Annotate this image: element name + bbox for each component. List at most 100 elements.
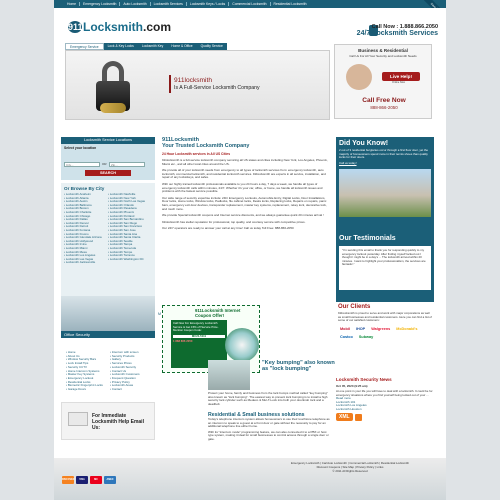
client-logo: Walgreens	[371, 326, 391, 331]
tab-emergency-service[interactable]: Emergency Service	[65, 43, 104, 50]
footer: DISCOVER VISA MC AMEX Emergency Locksmith |…	[54, 458, 446, 500]
client-logo: Mobil	[340, 326, 350, 331]
key-bumping: "Key bumping" also known as "lock bumpin…	[262, 360, 338, 372]
bizres-subtitle: Call Us For All Your Security and Locksm…	[349, 54, 417, 58]
envelope-icon	[68, 412, 88, 426]
main-content: 911Locksmith Your Trusted Locksmith Comp…	[162, 137, 332, 231]
payment-card-icon: MC	[90, 476, 102, 484]
main-highlight: 24 Hour Locksmith services in All US Cit…	[162, 152, 231, 156]
business-residential-box: Business & Residential Call Us For All Y…	[334, 44, 432, 119]
logo-name: Locksmith	[83, 20, 144, 34]
tab-home-office[interactable]: Home & Office	[167, 43, 197, 50]
coupon-text: Call Now For Emergency Locksmith Service…	[173, 321, 219, 332]
browse-by-city: Or Browse By City • Locksmith Anaheim • L…	[61, 183, 155, 313]
office-security-label: Office Security	[61, 331, 155, 338]
links-column-1: • Home • About Us • Window Security Bars • …	[66, 350, 110, 392]
page-link[interactable]: • Contact	[110, 387, 154, 392]
hero-divider	[169, 75, 171, 93]
tab-locksmith-key[interactable]: Locksmith Key	[137, 43, 168, 50]
tab-quality-service[interactable]: Quality Service	[196, 43, 227, 50]
logo-icon: 911	[68, 21, 83, 33]
call-free-label: Call Free Now	[362, 97, 406, 104]
bizres-title: Business & Residential	[358, 48, 408, 53]
main-paragraph: 911locksmith is a full-service locksmith…	[162, 158, 328, 166]
topnav-auto[interactable]: Auto Locksmith	[120, 2, 151, 6]
payment-card-icon: DISCOVER	[62, 476, 75, 484]
header-call-now: Call Now : 1.888.866.2050 24/7 Locksmith…	[357, 24, 438, 37]
callnow-hours: 24/7 Locksmith Services	[356, 30, 438, 37]
main-paragraph: We provide all of your locksmith needs f…	[162, 168, 326, 180]
security-news: Locksmith Security News Oct 05, 2020 (9:…	[336, 377, 434, 422]
footer-links-text: Emergency Locksmith | Car/Auto Locksmith…	[260, 461, 440, 473]
city-column-1: • Locksmith Anaheim • Locksmith Atlanta • …	[64, 192, 108, 265]
coupon-lock-icon	[225, 328, 259, 362]
clients-text: 911locksmith is proud to serve and work …	[338, 311, 432, 322]
did-you-know: Did You Know! 2 out of 3 residential bur…	[336, 137, 434, 232]
live-help-button[interactable]: Live Help!	[382, 72, 420, 81]
zip-input[interactable]	[109, 162, 145, 167]
topnav-home[interactable]: Home	[64, 2, 81, 6]
hero-title: 911locksmith	[174, 77, 212, 84]
footer-copyright: © 2011 All Rights Reserved	[332, 468, 368, 473]
topnav-services[interactable]: Locksmith Services	[151, 2, 187, 6]
rss-icon[interactable]	[354, 414, 362, 422]
topnav-emergency[interactable]: Emergency Locksmith	[80, 2, 121, 6]
location-search: Select your location OR SEARCH	[61, 144, 155, 180]
did-you-know-link[interactable]: Call us today!	[339, 161, 431, 166]
sub-navigation: Emergency Service Lock & Key Locks Locks…	[65, 43, 231, 50]
main-subheading: Your Trusted Locksmith Company	[162, 143, 250, 149]
logo-suffix: .com	[143, 20, 172, 34]
coupon-heading: 911Locksmith Internet Coupon Offer!	[195, 308, 241, 318]
client-logo: McDonald's	[396, 326, 418, 331]
location-sidebar: Locksmith Service Locations Select your …	[61, 137, 155, 313]
xml-feed-button[interactable]: XML	[336, 413, 353, 422]
right-column: Did You Know! 2 out of 3 residential bur…	[336, 137, 434, 342]
city-link[interactable]: • Locksmith Jacksonville	[64, 261, 108, 265]
hero-tagline: Is A Full-Service Locksmith Company	[174, 85, 260, 91]
topnav-commercial[interactable]: Commercial Locksmith	[229, 2, 271, 6]
call-free-number[interactable]: 888-866-2050	[335, 105, 433, 110]
top-navigation: Home Emergency Locksmith Auto Locksmith …	[54, 0, 446, 8]
search-button[interactable]: SEARCH	[85, 170, 131, 176]
house-image	[339, 169, 431, 217]
key-bumping-text: Protect your home, family and business f…	[208, 391, 332, 406]
city-link[interactable]: • Locksmith Washington DC	[108, 257, 152, 262]
call-free[interactable]: Call Free Now 888-866-2050	[335, 97, 433, 110]
site-logo[interactable]: 911 Locksmith.com	[68, 20, 171, 34]
payment-card-icon: VISA	[76, 476, 88, 484]
solutions-paragraph: With its "intercom mode" programming fea…	[208, 429, 329, 441]
office-security-image: Office Security	[61, 296, 155, 338]
key-bumping-title: "Key bumping" also known as "lock bumpin…	[262, 360, 335, 372]
city-input[interactable]	[64, 162, 100, 167]
city-column-2: • Locksmith Nashville • Locksmith New Yor…	[108, 192, 152, 265]
hero-banner: 911locksmith Is A Full-Service Locksmith…	[65, 50, 330, 120]
topnav-keys-locks[interactable]: Locksmith Keys / Locks	[187, 2, 230, 6]
page-link[interactable]: • Garage Doors	[66, 387, 110, 392]
logo-text: Locksmith.com	[83, 20, 171, 34]
our-clients: Our Clients 911locksmith is proud to ser…	[336, 302, 434, 342]
live-help[interactable]: Live Help! Online Now	[340, 62, 426, 90]
main-paragraph: 911locksmith has stellar reputation for …	[162, 219, 306, 224]
payment-cards: DISCOVER VISA MC AMEX	[62, 476, 116, 484]
topnav-residential[interactable]: Residential Locksmith	[271, 2, 310, 6]
news-link[interactable]: Locksmith Houston	[336, 407, 434, 412]
solutions-paragraph: Today's telephone intercom system allows…	[208, 417, 330, 429]
did-you-know-title: Did You Know!	[339, 140, 389, 147]
client-logo: IHOP	[355, 326, 366, 331]
location-search-title: Locksmith Service Locations	[61, 137, 155, 144]
tab-lock-key[interactable]: Lock & Key Locks	[103, 43, 138, 50]
testimonials: Our Testimonials "I'm sending this email…	[336, 232, 434, 302]
email-text: For Immediate Locksmith Help Email Us:	[92, 413, 144, 431]
email-box[interactable]: For Immediate Locksmith Help Email Us:	[61, 402, 155, 440]
main-paragraph: We provide Special locksmith coupons and…	[162, 213, 324, 218]
did-you-know-text: 2 out of 3 residential burglaries occur …	[339, 148, 429, 159]
padlock-image	[94, 61, 132, 113]
live-help-status: Online Now	[392, 81, 405, 84]
location-label: Select your location	[64, 146, 97, 150]
browse-title: Or Browse By City	[64, 186, 105, 191]
small-business-solutions: Residential & Small business solutions T…	[208, 412, 332, 442]
testimonial-quote: "I'm sending this email to thank you for…	[339, 246, 431, 290]
client-logo: Subway	[358, 334, 374, 339]
or-label: OR	[102, 162, 107, 166]
clients-title: Our Clients	[338, 304, 371, 310]
